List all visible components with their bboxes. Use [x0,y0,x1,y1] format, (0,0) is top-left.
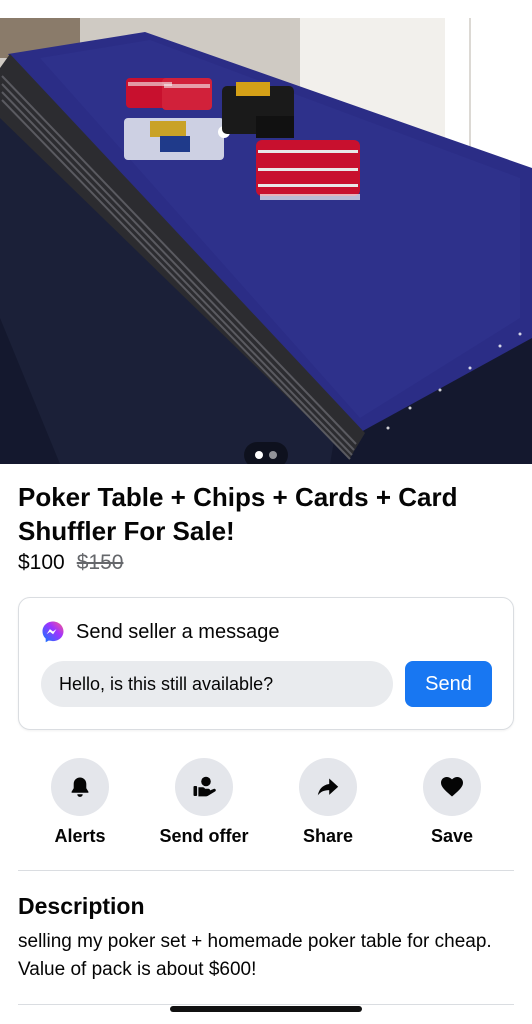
listing-photo[interactable] [0,18,532,464]
send-offer-button[interactable]: Send offer [142,758,266,847]
divider [18,1004,514,1005]
messenger-icon [42,621,64,643]
card-shuffler [222,82,294,138]
photo-pager[interactable] [244,442,288,464]
share-icon-circle[interactable] [299,758,357,816]
bell-icon [71,777,89,797]
price-row: $100 $150 [18,551,123,575]
chip-tray-right [256,140,360,200]
message-input[interactable] [41,661,393,707]
divider [18,870,514,871]
message-card-header: Send seller a message [41,620,279,644]
alerts-icon-circle[interactable] [51,758,109,816]
send-button[interactable]: Send [405,661,492,707]
alerts-label: Alerts [54,826,106,846]
listing-title: Poker Table + Chips + Cards + Card Shuff… [18,482,458,546]
pager-dot[interactable] [269,451,277,459]
send-offer-label: Send offer [159,826,249,846]
message-card-title: Send seller a message [76,620,280,643]
save-label: Save [430,826,474,846]
current-price: $100 [18,551,65,574]
save-button[interactable]: Save [390,758,514,847]
share-label: Share [302,826,354,846]
alerts-button[interactable]: Alerts [18,758,142,847]
poker-table-illustration [0,18,532,464]
action-bar: Alerts Send offer Share Save [18,758,514,850]
heart-icon [441,777,463,797]
send-offer-icon-circle[interactable] [175,758,233,816]
share-arrow-icon [317,778,339,796]
pager-dot-active[interactable] [255,451,263,459]
status-bar [0,0,532,18]
share-button[interactable]: Share [266,758,390,847]
description-text: selling my poker set + homemade poker ta… [18,931,492,980]
send-offer-icon [193,776,216,797]
original-price: $150 [76,551,124,574]
home-indicator[interactable] [170,1006,362,1012]
save-icon-circle[interactable] [423,758,481,816]
description-heading: Description [18,893,145,919]
chip-tray-left [126,78,212,110]
message-seller-card: Send seller a message Send [18,597,514,730]
